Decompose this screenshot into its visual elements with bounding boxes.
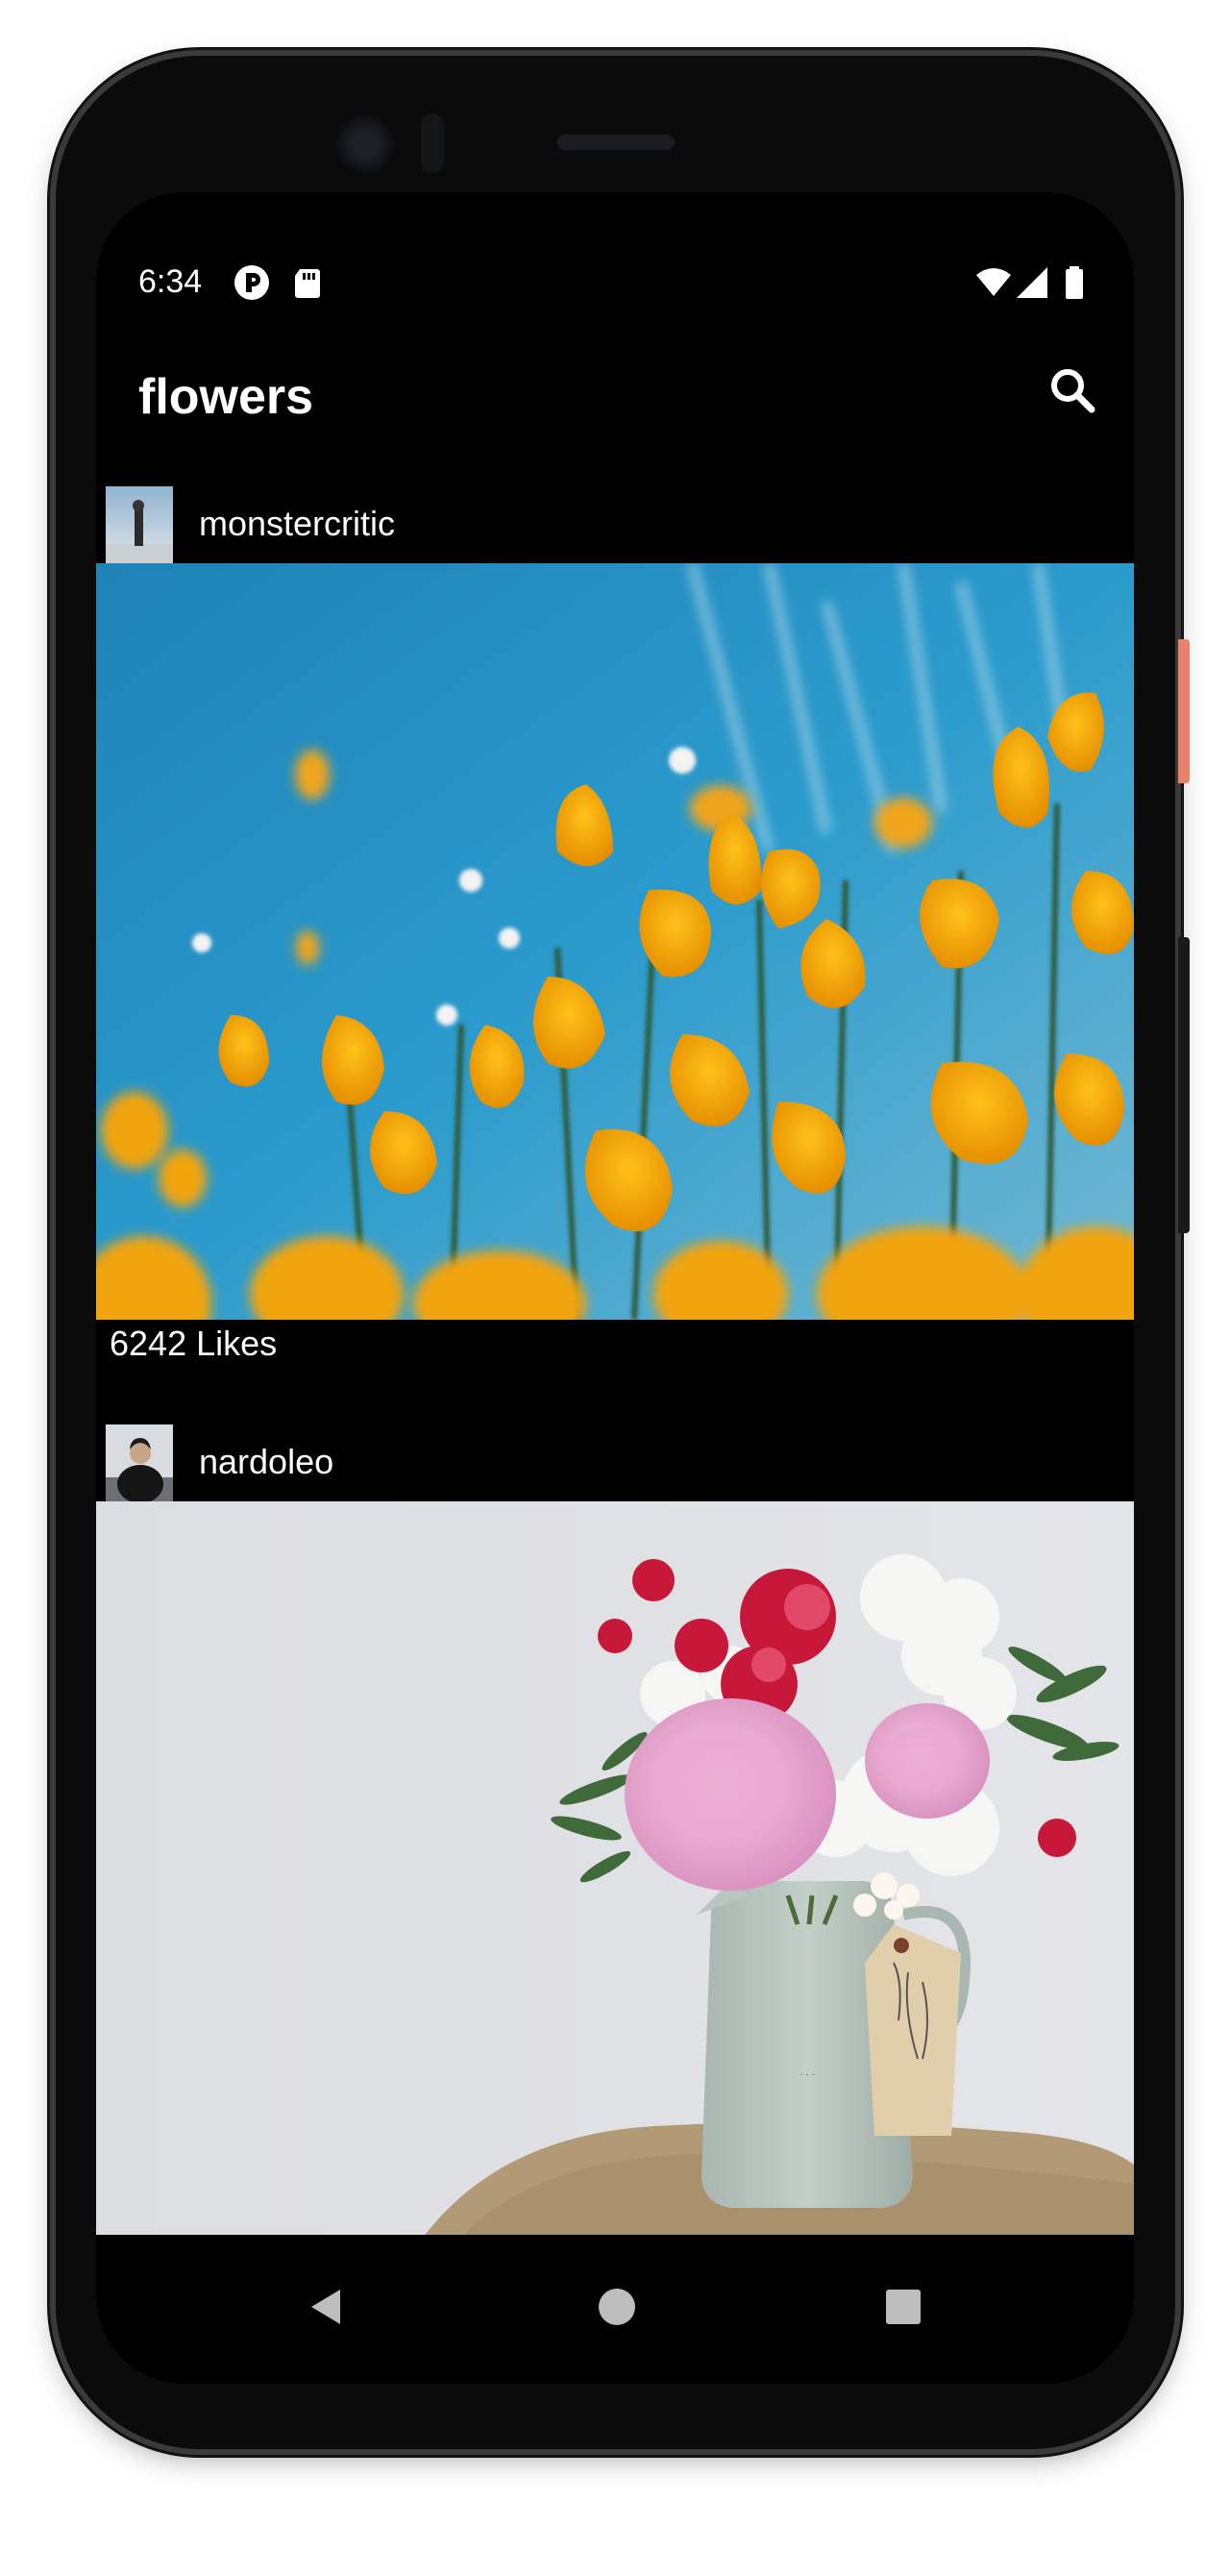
app-notification-icon — [234, 265, 269, 300]
avatar[interactable] — [106, 486, 173, 563]
post-username[interactable]: nardoleo — [199, 1442, 333, 1482]
status-bar: 6:34 — [96, 250, 1134, 317]
cellular-signal-icon — [1017, 267, 1047, 298]
svg-text:· · ·: · · · — [800, 2069, 816, 2081]
back-icon[interactable] — [298, 2278, 356, 2336]
page-title: flowers — [138, 369, 314, 425]
status-time: 6:34 — [138, 263, 203, 300]
battery-icon — [1066, 266, 1083, 299]
home-icon[interactable] — [588, 2278, 646, 2336]
post-username[interactable]: monstercritic — [199, 504, 395, 544]
post-image[interactable]: · · · — [96, 1501, 1134, 2238]
front-camera — [336, 115, 394, 173]
proximity-sensor — [421, 113, 444, 173]
app-bar: flowers — [96, 336, 1134, 442]
power-button — [1178, 639, 1190, 783]
post-header[interactable]: nardoleo — [96, 1424, 1134, 1501]
phone-screen: 6:34 flowers monstercritic 6242 Likes na… — [96, 192, 1134, 2384]
volume-button — [1178, 937, 1190, 1233]
post-image[interactable] — [96, 563, 1134, 1320]
wifi-icon — [976, 268, 1011, 296]
search-icon[interactable] — [1042, 359, 1105, 423]
earpiece-speaker — [557, 135, 675, 150]
post-header[interactable]: monstercritic — [96, 486, 1134, 563]
navigation-bar — [96, 2235, 1134, 2384]
recents-icon[interactable] — [874, 2278, 932, 2336]
post-likes: 6242 Likes — [110, 1324, 278, 1363]
avatar[interactable] — [106, 1424, 173, 1501]
sd-card-icon — [295, 269, 320, 298]
